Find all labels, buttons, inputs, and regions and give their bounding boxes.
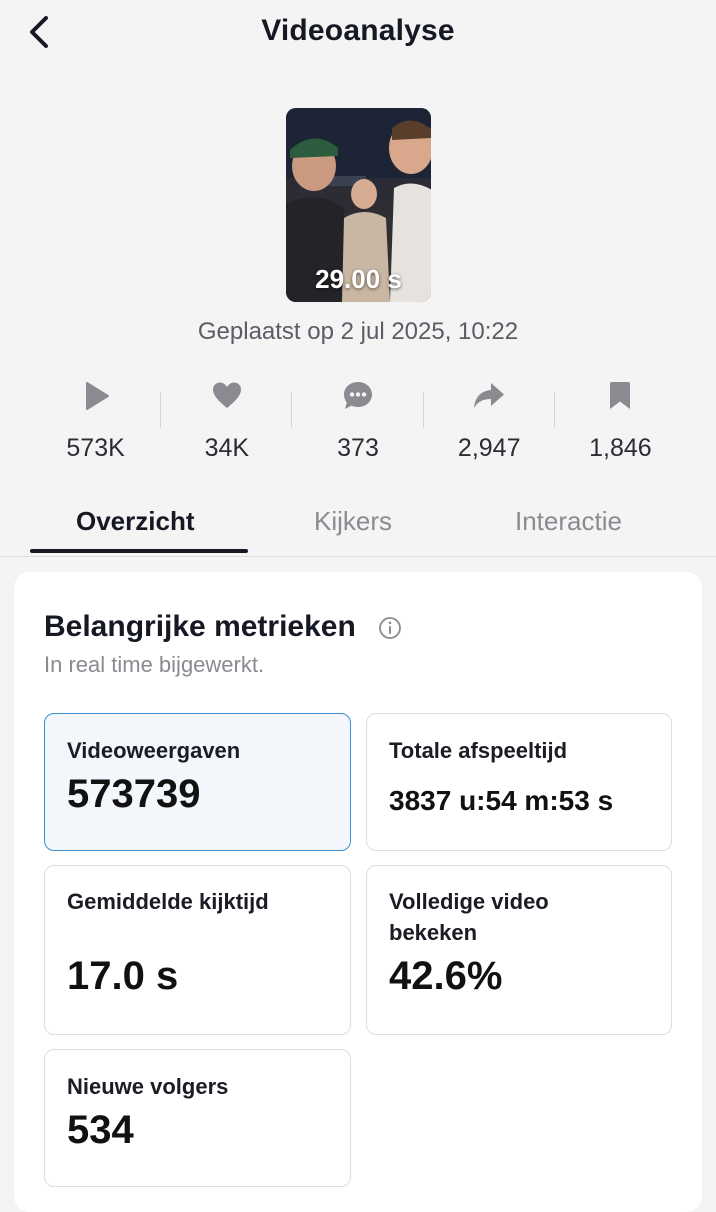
info-icon[interactable] [378,616,402,640]
heart-icon [212,382,241,408]
stat-likes: 34K [161,372,293,468]
metric-value: 17.0 s [67,954,179,998]
posted-date: Geplaatst op 2 jul 2025, 10:22 [197,318,519,345]
metric-value: 42.6% [389,954,503,998]
stat-comments: 373 [292,372,424,468]
metric-label: Videoweergaven [67,738,241,763]
metric-label: Nieuwe volgers [67,1074,229,1099]
analytics-tabs: Overzicht Kijkers Interactie [0,496,716,557]
comment-icon [344,382,372,409]
metric-label: Totale afspeeltijd [389,738,568,763]
engagement-stats: 573K 34K 373 2,947 1,846 [30,372,686,468]
likes-count: 34K [204,434,250,462]
tab-overzicht[interactable]: Overzicht [76,506,195,537]
metric-value: 3837 u:54 m:53 s [389,785,614,816]
metric-value: 534 [67,1108,134,1152]
saves-count: 1,846 [589,434,652,462]
stat-saves: 1,846 [555,372,686,468]
section-title: Belangrijke metrieken [44,610,356,643]
key-metrics-card: Belangrijke metrieken In real time bijge… [14,572,702,1212]
tab-kijkers[interactable]: Kijkers [314,506,392,537]
video-duration: 29.00 s [315,264,402,294]
metric-label: Volledige video bekeken [389,889,549,945]
header-bar: Videoanalyse [0,0,716,64]
bookmark-icon [610,382,631,409]
section-subtitle: In real time bijgewerkt. [44,652,265,677]
shares-count: 2,947 [457,434,521,462]
page-title: Videoanalyse [261,14,455,47]
tab-interactie[interactable]: Interactie [515,506,622,537]
metric-full-video-watched[interactable]: Volledige video bekeken 42.6% [366,865,672,1035]
active-tab-indicator [30,549,248,553]
metric-label: Gemiddelde kijktijd [67,889,269,914]
video-thumbnail[interactable]: 29.00 s [286,108,431,302]
stat-shares: 2,947 [424,372,555,468]
share-icon [474,383,505,408]
metric-value: 573739 [67,772,201,816]
metric-new-followers[interactable]: Nieuwe volgers 534 [44,1049,351,1187]
metric-average-watch-time[interactable]: Gemiddelde kijktijd 17.0 s [44,865,351,1035]
metric-total-playtime[interactable]: Totale afspeeltijd 3837 u:54 m:53 s [366,713,672,851]
metric-video-views[interactable]: Videoweergaven 573739 [44,713,351,851]
comments-count: 373 [337,434,379,462]
views-count: 573K [66,434,125,462]
play-icon [85,382,109,410]
stat-views: 573K [30,372,162,468]
